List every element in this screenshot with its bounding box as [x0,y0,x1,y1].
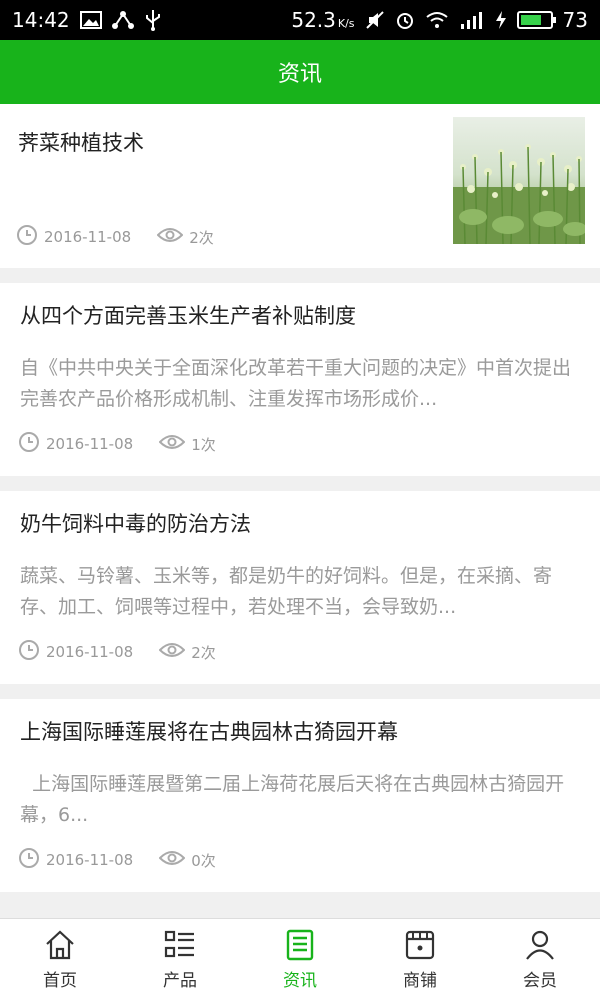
share-icon [111,8,134,32]
app-header: 资讯 [0,40,600,104]
tab-news[interactable]: 资讯 [240,919,360,1000]
status-time: 14:42 [12,8,70,32]
tab-label: 商铺 [403,971,437,991]
article-views: 1次 [191,435,216,454]
article-card[interactable]: 上海国际睡莲展将在古典园林古猗园开幕 上海国际睡莲展暨第二届上海荷花展后天将在古… [0,699,600,892]
article-title[interactable]: 奶牛饲料中毒的防治方法 [20,511,580,538]
tab-home[interactable]: 首页 [0,919,120,1000]
article-date: 2016-11-08 [46,643,134,661]
bottom-nav: 首页 产品 资讯 商铺 会员 [0,918,600,1000]
tab-label: 会员 [523,971,557,991]
clock-icon [18,431,40,457]
tab-label: 资讯 [283,971,317,991]
signal-icon [459,8,485,32]
article-views: 2次 [189,228,214,247]
eye-icon [158,641,186,663]
usb-icon [144,8,162,32]
article-title[interactable]: 上海国际睡莲展将在古典园林古猗园开幕 [20,719,580,746]
article-meta: 2016-11-08 0次 [18,847,216,873]
home-icon [46,930,74,960]
article-summary: 自《中共中央关于全面深化改革若干重大问题的决定》中首次提出完善农产品价格形成机制… [20,357,572,410]
net-speed: 52.3 K/s [291,8,355,32]
tab-member[interactable]: 会员 [480,919,600,1000]
tab-shop[interactable]: 商铺 [360,919,480,1000]
list-icon [164,930,194,958]
article-meta: 2016-11-08 2次 [18,639,216,665]
article-meta: 2016-11-08 2次 [16,224,214,250]
shop-icon [405,930,435,960]
tab-products[interactable]: 产品 [120,919,240,1000]
user-icon [526,930,554,960]
article-title[interactable]: 从四个方面完善玉米生产者补贴制度 [20,303,580,330]
article-card[interactable]: 奶牛饲料中毒的防治方法 蔬菜、马铃薯、玉米等，都是奶牛的好饲料。但是，在采摘、寄… [0,491,600,684]
article-summary: 上海国际睡莲展暨第二届上海荷花展后天将在古典园林古猗园开幕，6... [20,773,565,826]
mute-icon [365,8,385,32]
tab-label: 首页 [43,971,77,991]
battery-level: 73 [562,8,588,32]
news-icon [286,929,314,961]
article-views: 2次 [191,643,216,662]
charging-icon [495,8,507,32]
article-card[interactable]: 荠菜种植技术 2016-11-08 2次 [0,104,600,268]
article-date: 2016-11-08 [44,228,132,246]
eye-icon [156,226,184,248]
status-bar: 14:42 52.3 K/s 73 [0,0,600,40]
article-thumbnail[interactable] [453,117,585,244]
eye-icon [158,433,186,455]
article-card[interactable]: 从四个方面完善玉米生产者补贴制度 自《中共中央关于全面深化改革若干重大问题的决定… [0,283,600,476]
alarm-icon [395,8,415,32]
article-meta: 2016-11-08 1次 [18,431,216,457]
article-title[interactable]: 荠菜种植技术 [18,130,418,157]
clock-icon [18,847,40,873]
clock-icon [18,639,40,665]
wifi-icon [425,8,449,32]
article-list: 荠菜种植技术 2016-11-08 2次 从四个方面完善玉米生产者补贴制度 自《… [0,104,600,907]
page-title: 资讯 [277,62,322,87]
clock-icon [16,224,38,250]
eye-icon [158,849,186,871]
tab-label: 产品 [163,971,197,991]
battery-icon [516,11,556,29]
article-views: 0次 [191,851,216,870]
gallery-icon [79,8,102,32]
article-date: 2016-11-08 [46,435,134,453]
article-date: 2016-11-08 [46,851,134,869]
article-summary: 蔬菜、马铃薯、玉米等，都是奶牛的好饲料。但是，在采摘、寄存、加工、饲喂等过程中，… [20,565,553,618]
